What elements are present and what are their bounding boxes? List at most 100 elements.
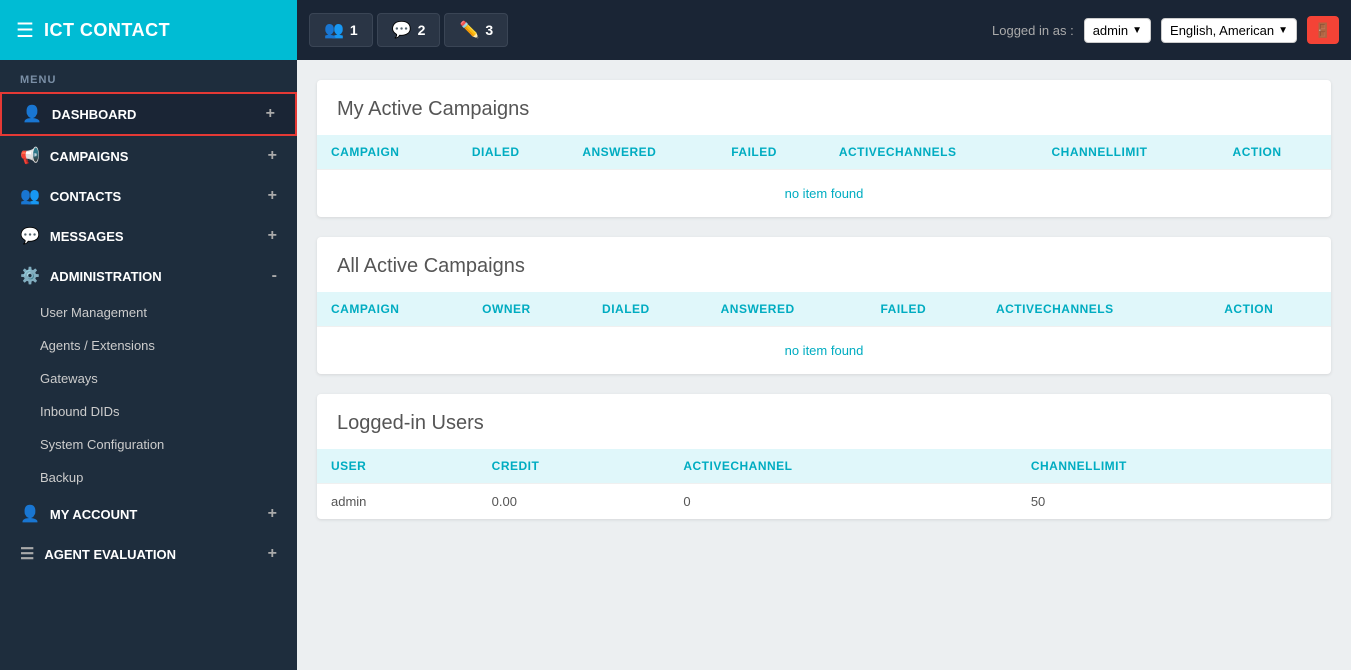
sidebar-item-my-account[interactable]: 👤 MY ACCOUNT + xyxy=(0,494,297,534)
tab3-icon: ✏️ xyxy=(459,20,479,40)
col-dialed2: DIALED xyxy=(588,292,707,327)
sidebar-item-messages-label: MESSAGES xyxy=(50,229,124,244)
sidebar-item-administration-label: ADMINISTRATION xyxy=(50,269,162,284)
logged-in-users-header-row: USER CREDIT ACTIVECHANNEL CHANNELLIMIT xyxy=(317,449,1331,484)
contacts-icon: 👥 xyxy=(20,186,40,206)
campaigns-icon: 📢 xyxy=(20,146,40,166)
hamburger-icon[interactable]: ☰ xyxy=(16,18,34,43)
col-campaign2: CAMPAIGN xyxy=(317,292,468,327)
col-channellimit: CHANNELLIMIT xyxy=(1038,135,1219,170)
sidebar-sub-gateways[interactable]: Gateways xyxy=(0,362,297,395)
main-layout: MENU 👤 DASHBOARD + 📢 CAMPAIGNS + 👥 CONTA… xyxy=(0,60,1351,670)
my-campaigns-no-item-row: no item found xyxy=(317,170,1331,218)
col-activechannels: ACTIVECHANNELS xyxy=(825,135,1038,170)
col-owner: OWNER xyxy=(468,292,588,327)
col-activechannel: ACTIVECHANNEL xyxy=(669,449,1016,484)
messages-plus-icon: + xyxy=(268,227,277,245)
table-row: admin 0.00 0 50 xyxy=(317,484,1331,520)
flag-button[interactable]: 🚪 xyxy=(1307,16,1339,44)
user-cell[interactable]: admin xyxy=(317,484,478,520)
col-answered2: ANSWERED xyxy=(707,292,867,327)
topbar-tab-1[interactable]: 👥 1 xyxy=(309,13,373,47)
col-activechannels2: ACTIVECHANNELS xyxy=(982,292,1210,327)
all-campaigns-no-item-row: no item found xyxy=(317,327,1331,375)
menu-label: MENU xyxy=(0,60,297,92)
user-select[interactable]: admin ▼ xyxy=(1084,18,1151,43)
topbar-tab-2[interactable]: 💬 2 xyxy=(377,13,441,47)
col-dialed: DIALED xyxy=(458,135,568,170)
logged-in-label: Logged in as : xyxy=(992,23,1074,38)
administration-minus-icon: - xyxy=(272,267,277,285)
agent-evaluation-plus-icon: + xyxy=(268,545,277,563)
sidebar-item-contacts-label: CONTACTS xyxy=(50,189,121,204)
logged-in-users-table: USER CREDIT ACTIVECHANNEL CHANNELLIMIT a… xyxy=(317,449,1331,519)
my-account-icon: 👤 xyxy=(20,504,40,524)
all-active-campaigns-title: All Active Campaigns xyxy=(317,237,1331,292)
col-action: ACTION xyxy=(1219,135,1331,170)
credit-cell: 0.00 xyxy=(478,484,670,520)
my-campaigns-no-item-text: no item found xyxy=(317,170,1331,218)
sidebar-item-my-account-label: MY ACCOUNT xyxy=(50,507,137,522)
my-active-campaigns-title: My Active Campaigns xyxy=(317,80,1331,135)
col-credit: CREDIT xyxy=(478,449,670,484)
sidebar-sub-user-management[interactable]: User Management xyxy=(0,296,297,329)
user-dropdown-icon: ▼ xyxy=(1132,25,1142,36)
all-active-campaigns-card: All Active Campaigns CAMPAIGN OWNER DIAL… xyxy=(317,237,1331,374)
topbar-right: Logged in as : admin ▼ English, American… xyxy=(992,16,1351,44)
col-user: USER xyxy=(317,449,478,484)
sidebar-item-dashboard[interactable]: 👤 DASHBOARD + xyxy=(0,92,297,136)
tab2-count: 2 xyxy=(418,22,426,38)
topbar-tabs: 👥 1 💬 2 ✏️ 3 xyxy=(297,13,992,47)
tab3-count: 3 xyxy=(485,22,493,38)
sidebar-item-messages[interactable]: 💬 MESSAGES + xyxy=(0,216,297,256)
sidebar-sub-inbound-dids[interactable]: Inbound DIDs xyxy=(0,395,297,428)
topbar: ☰ ICT CONTACT 👥 1 💬 2 ✏️ 3 Logged in as … xyxy=(0,0,1351,60)
dashboard-plus-icon: + xyxy=(266,105,275,123)
lang-dropdown-icon: ▼ xyxy=(1278,25,1288,36)
sidebar-item-agent-evaluation[interactable]: ☰ AGENT EVALUATION + xyxy=(0,534,297,574)
col-channellimit2: CHANNELLIMIT xyxy=(1017,449,1331,484)
col-action2: ACTION xyxy=(1210,292,1331,327)
logged-in-users-title: Logged-in Users xyxy=(317,394,1331,449)
topbar-tab-3[interactable]: ✏️ 3 xyxy=(444,13,508,47)
activechannel-cell: 0 xyxy=(669,484,1016,520)
my-active-campaigns-header-row: CAMPAIGN DIALED ANSWERED FAILED ACTIVECH… xyxy=(317,135,1331,170)
messages-icon: 💬 xyxy=(20,226,40,246)
col-failed: FAILED xyxy=(717,135,825,170)
sidebar-item-campaigns-label: CAMPAIGNS xyxy=(50,149,128,164)
tab1-count: 1 xyxy=(350,22,358,38)
all-active-campaigns-table: CAMPAIGN OWNER DIALED ANSWERED FAILED AC… xyxy=(317,292,1331,374)
my-account-plus-icon: + xyxy=(268,505,277,523)
sidebar-item-dashboard-label: DASHBOARD xyxy=(52,107,137,122)
sidebar-item-campaigns[interactable]: 📢 CAMPAIGNS + xyxy=(0,136,297,176)
logged-in-users-card: Logged-in Users USER CREDIT ACTIVECHANNE… xyxy=(317,394,1331,519)
tab1-icon: 👥 xyxy=(324,20,344,40)
content-area: My Active Campaigns CAMPAIGN DIALED ANSW… xyxy=(297,60,1351,670)
language-value: English, American xyxy=(1170,23,1274,38)
agent-evaluation-icon: ☰ xyxy=(20,544,34,564)
language-select[interactable]: English, American ▼ xyxy=(1161,18,1297,43)
all-active-campaigns-header-row: CAMPAIGN OWNER DIALED ANSWERED FAILED AC… xyxy=(317,292,1331,327)
col-answered: ANSWERED xyxy=(568,135,717,170)
col-failed2: FAILED xyxy=(867,292,982,327)
contacts-plus-icon: + xyxy=(268,187,277,205)
administration-icon: ⚙️ xyxy=(20,266,40,286)
sidebar-sub-backup[interactable]: Backup xyxy=(0,461,297,494)
channellimit-cell: 50 xyxy=(1017,484,1331,520)
my-active-campaigns-card: My Active Campaigns CAMPAIGN DIALED ANSW… xyxy=(317,80,1331,217)
brand-name: ICT CONTACT xyxy=(44,20,170,41)
brand: ☰ ICT CONTACT xyxy=(0,0,297,60)
sidebar: MENU 👤 DASHBOARD + 📢 CAMPAIGNS + 👥 CONTA… xyxy=(0,60,297,670)
tab2-icon: 💬 xyxy=(392,20,412,40)
sidebar-item-agent-evaluation-label: AGENT EVALUATION xyxy=(44,547,176,562)
sidebar-sub-agents-extensions[interactable]: Agents / Extensions xyxy=(0,329,297,362)
my-active-campaigns-table: CAMPAIGN DIALED ANSWERED FAILED ACTIVECH… xyxy=(317,135,1331,217)
sidebar-item-contacts[interactable]: 👥 CONTACTS + xyxy=(0,176,297,216)
sidebar-sub-system-configuration[interactable]: System Configuration xyxy=(0,428,297,461)
col-campaign: CAMPAIGN xyxy=(317,135,458,170)
all-campaigns-no-item-text: no item found xyxy=(317,327,1331,375)
dashboard-icon: 👤 xyxy=(22,104,42,124)
sidebar-item-administration[interactable]: ⚙️ ADMINISTRATION - xyxy=(0,256,297,296)
user-value: admin xyxy=(1093,23,1128,38)
campaigns-plus-icon: + xyxy=(268,147,277,165)
